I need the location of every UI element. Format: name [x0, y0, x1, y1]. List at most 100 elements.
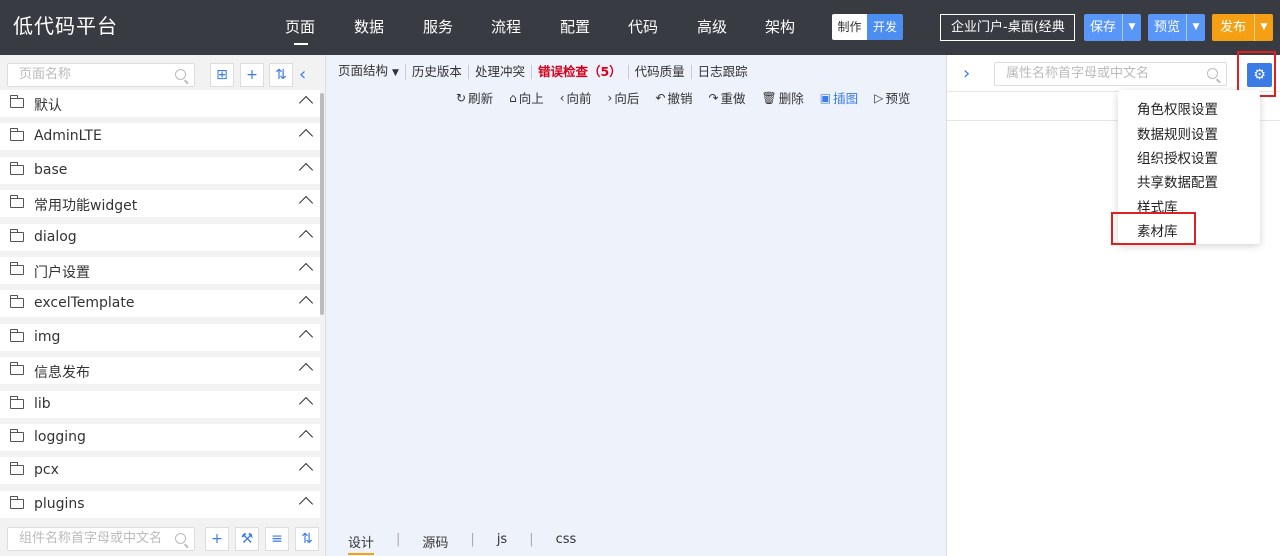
chevron-up-icon[interactable] — [298, 429, 314, 444]
save-dropdown-icon[interactable]: ▼ — [1122, 14, 1141, 41]
wrench-icon[interactable]: ⚒ — [235, 527, 259, 551]
preview-button[interactable]: 预览 — [1148, 14, 1186, 41]
tool-label: 预览 — [885, 91, 911, 106]
tab-source[interactable]: 源码 — [422, 532, 448, 555]
save-button[interactable]: 保存 — [1084, 14, 1122, 41]
tool-label: 重做 — [720, 91, 746, 106]
asset-library-highlight-box — [1111, 212, 1196, 245]
chevron-up-icon[interactable] — [298, 363, 314, 378]
menu-item-shared-data[interactable]: 共享数据配置 — [1137, 171, 1218, 191]
tree-folder-label: pcx — [34, 462, 59, 479]
tree-folder-plugins[interactable]: plugins — [0, 490, 320, 518]
tab-error-check[interactable]: 错误检查（5） — [532, 65, 629, 79]
chevron-up-icon[interactable] — [298, 296, 314, 311]
preview-tool-button[interactable]: ▷ 预览 — [874, 88, 910, 107]
tree-folder-widget[interactable]: 常用功能widget — [0, 190, 320, 218]
nav-page[interactable]: 页面 — [285, 16, 315, 37]
chevron-up-icon[interactable] — [298, 129, 314, 144]
add-component-icon[interactable]: + — [205, 527, 229, 551]
chevron-up-icon[interactable] — [298, 463, 314, 478]
tree-folder-pcx[interactable]: pcx — [0, 457, 320, 485]
tree-folder-adminlte[interactable]: AdminLTE — [0, 123, 320, 151]
redo-button[interactable]: ↷ 重做 — [708, 88, 745, 107]
refresh-icon: ↻ — [456, 90, 467, 105]
tab-page-structure[interactable]: 页面结构 ▼ — [338, 64, 406, 80]
nav-advanced[interactable]: 高级 — [697, 16, 727, 37]
folder-icon — [10, 362, 24, 376]
undo-button[interactable]: ↶ 撤销 — [655, 88, 692, 107]
add-folder-icon[interactable]: ⊞ — [210, 63, 234, 87]
property-search-input[interactable]: 属性名称首字母或中文名 — [994, 62, 1227, 86]
sort-icon[interactable]: ⇅ — [295, 527, 319, 551]
chevron-up-icon[interactable] — [298, 229, 314, 244]
search-icon — [175, 69, 186, 80]
nav-service[interactable]: 服务 — [423, 16, 453, 37]
collapse-left-icon[interactable]: ‹ — [299, 64, 306, 85]
tree-scrollbar[interactable] — [320, 93, 324, 315]
chevron-up-icon[interactable] — [298, 396, 314, 411]
tree-folder-label: 默认 — [34, 98, 62, 114]
mode-dev-button[interactable]: 开发 — [867, 14, 903, 40]
tree-folder-portal[interactable]: 门户设置 — [0, 256, 320, 284]
chevron-up-icon[interactable] — [298, 196, 314, 211]
nav-data[interactable]: 数据 — [354, 16, 384, 37]
refresh-button[interactable]: ↻ 刷新 — [456, 88, 493, 107]
mode-toggle: 制作 开发 — [832, 14, 903, 40]
tree-folder-logging[interactable]: logging — [0, 423, 320, 451]
tree-folder-label: 信息发布 — [34, 365, 90, 382]
editor-mode-tabs: 设计 | 源码 | js | css — [348, 532, 576, 555]
chevron-up-icon[interactable] — [298, 95, 314, 111]
nav-process[interactable]: 流程 — [491, 16, 521, 37]
expand-right-icon[interactable]: › — [963, 63, 970, 84]
play-icon: ▷ — [874, 90, 884, 105]
publish-button[interactable]: 发布 — [1212, 14, 1254, 41]
image-icon: ▣ — [819, 90, 832, 105]
forward-button[interactable]: › 向后 — [608, 88, 640, 107]
tree-folder-info[interactable]: 信息发布 — [0, 357, 320, 385]
up-button[interactable]: ⌂ 向上 — [509, 88, 544, 107]
page-search-input[interactable]: 页面名称 — [7, 63, 195, 87]
back-button[interactable]: ‹ 向前 — [560, 88, 592, 107]
nav-code[interactable]: 代码 — [628, 16, 658, 37]
tool-label: 插图 — [833, 91, 859, 106]
chevron-up-icon[interactable] — [298, 329, 314, 344]
tab-code-quality[interactable]: 代码质量 — [629, 65, 692, 79]
nav-architecture[interactable]: 架构 — [765, 16, 795, 37]
tree-folder-lib[interactable]: lib — [0, 390, 320, 418]
component-search-input[interactable]: 组件名称首字母或中文名 — [7, 527, 195, 551]
tab-css[interactable]: css — [556, 532, 577, 555]
tree-folder-dialog[interactable]: dialog — [0, 223, 320, 251]
tree-folder-img[interactable]: img — [0, 323, 320, 351]
tab-log-trace[interactable]: 日志跟踪 — [692, 65, 754, 79]
sort-icon[interactable]: ⇅ — [269, 63, 293, 87]
caret-down-icon: ▼ — [392, 68, 399, 78]
mode-make-button[interactable]: 制作 — [832, 14, 867, 40]
menu-item-role-permission[interactable]: 角色权限设置 — [1137, 98, 1218, 118]
chevron-up-icon[interactable] — [298, 262, 314, 278]
tool-label: 向前 — [566, 91, 592, 106]
tab-design[interactable]: 设计 — [348, 532, 375, 555]
publish-dropdown-icon[interactable]: ▼ — [1254, 14, 1273, 41]
insert-image-button[interactable]: ▣ 插图 — [820, 88, 858, 107]
chevron-up-icon[interactable] — [298, 162, 314, 177]
list-sort-icon[interactable]: ≡ — [265, 527, 289, 551]
tab-history[interactable]: 历史版本 — [406, 65, 469, 79]
menu-item-data-rules[interactable]: 数据规则设置 — [1137, 123, 1218, 143]
tree-folder-exceltemplate[interactable]: excelTemplate — [0, 290, 320, 318]
preview-dropdown-icon[interactable]: ▼ — [1186, 14, 1205, 41]
toolbar: ↻ 刷新 ⌂ 向上 ‹ 向前 › 向后 ↶ 撤销 ↷ 重做 🗑 删除 ▣ 插图 ▷ 预览 — [456, 88, 910, 107]
nav-config[interactable]: 配置 — [560, 16, 590, 37]
tab-js[interactable]: js — [497, 532, 507, 555]
delete-button[interactable]: 🗑 删除 — [762, 88, 804, 107]
menu-item-org-auth[interactable]: 组织授权设置 — [1137, 147, 1218, 167]
tab-conflicts[interactable]: 处理冲突 — [469, 65, 532, 79]
folder-icon — [10, 261, 24, 275]
chevron-up-icon[interactable] — [298, 496, 314, 511]
top-bar: 低代码平台 页面 数据 服务 流程 配置 代码 高级 架构 制作 开发 企业门户… — [0, 0, 1280, 55]
tree-folder-base[interactable]: base — [0, 156, 320, 184]
preview-split-button: 预览 ▼ — [1148, 14, 1206, 41]
design-canvas[interactable]: 页面结构 ▼ 历史版本 处理冲突 错误检查（5） 代码质量 日志跟踪 ↻ 刷新 ⌂… — [326, 55, 946, 556]
add-page-icon[interactable]: + — [240, 63, 264, 87]
portal-select[interactable]: 企业门户-桌面(经典 — [940, 14, 1075, 41]
tree-folder-default[interactable]: 默认 — [0, 90, 320, 117]
